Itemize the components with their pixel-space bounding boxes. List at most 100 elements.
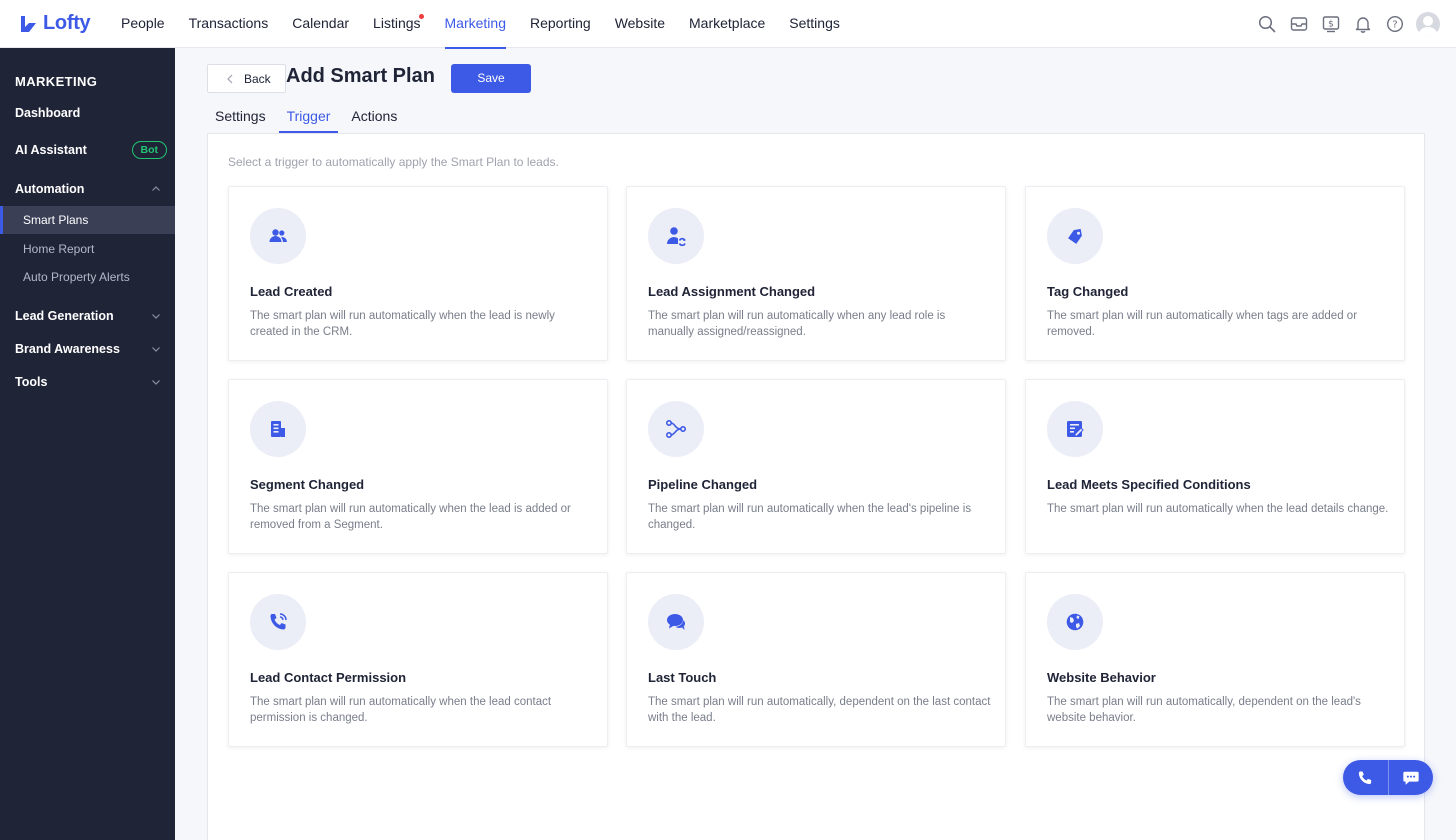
trigger-description: The smart plan will run automatically wh… — [1047, 310, 1358, 338]
nav-label: Marketing — [444, 14, 506, 31]
save-button[interactable]: Save — [451, 64, 531, 93]
trigger-card-lead-meets-conditions[interactable]: Lead Meets Specified Conditions The smar… — [1025, 379, 1405, 554]
billing-icon[interactable]: $ — [1319, 12, 1343, 36]
sidebar-item-label: Auto Property Alerts — [23, 270, 130, 284]
tab-settings[interactable]: Settings — [207, 100, 274, 133]
trigger-card-tag-changed[interactable]: Tag Changed The smart plan will run auto… — [1025, 186, 1405, 361]
sidebar-item-smart-plans[interactable]: Smart Plans — [0, 206, 175, 234]
sidebar-title: MARKETING — [15, 74, 98, 89]
nav-transactions[interactable]: Transactions — [189, 0, 269, 48]
logo-icon — [21, 15, 36, 32]
trigger-title: Lead Created — [250, 284, 333, 299]
nav-marketplace[interactable]: Marketplace — [689, 0, 765, 48]
trigger-description: The smart plan will run automatically wh… — [648, 310, 946, 338]
tab-trigger[interactable]: Trigger — [278, 100, 339, 133]
trigger-card-lead-created[interactable]: Lead Created The smart plan will run aut… — [228, 186, 608, 361]
svg-text:$: $ — [1328, 20, 1334, 30]
user-reassign-icon — [648, 208, 704, 264]
help-icon[interactable]: ? — [1383, 12, 1407, 36]
inbox-icon[interactable] — [1287, 12, 1311, 36]
trigger-title: Tag Changed — [1047, 284, 1129, 299]
main-nav: People Transactions Calendar Listings Ma… — [121, 0, 864, 49]
phone-permission-icon — [250, 594, 306, 650]
svg-text:?: ? — [1392, 20, 1397, 31]
top-utility-icons: $ ? — [1247, 12, 1440, 36]
floating-contact-bar — [1343, 760, 1433, 795]
sidebar-item-dashboard[interactable]: Dashboard — [0, 99, 175, 127]
nav-label: Marketplace — [689, 14, 766, 31]
trigger-card-segment-changed[interactable]: Segment Changed The smart plan will run … — [228, 379, 608, 554]
chevron-left-icon — [227, 74, 233, 83]
nav-label: Website — [614, 14, 666, 31]
trigger-card-lead-contact-permission[interactable]: Lead Contact Permission The smart plan w… — [228, 572, 608, 747]
sidebar-item-label: Automation — [15, 182, 85, 196]
nav-label: Settings — [789, 14, 840, 31]
nav-people[interactable]: People — [121, 0, 165, 48]
trigger-title: Website Behavior — [1047, 670, 1156, 685]
chevron-down-icon — [152, 347, 160, 352]
nav-label: People — [121, 14, 165, 31]
sidebar-item-label: AI Assistant — [15, 143, 87, 157]
chevron-down-icon — [152, 314, 160, 319]
trigger-card-lead-assignment-changed[interactable]: Lead Assignment Changed The smart plan w… — [626, 186, 1006, 361]
globe-icon — [1047, 594, 1103, 650]
trigger-card-pipeline-changed[interactable]: Pipeline Changed The smart plan will run… — [626, 379, 1006, 554]
nav-marketing[interactable]: Marketing — [444, 0, 507, 49]
sidebar-item-label: Tools — [15, 375, 48, 389]
sidebar-item-tools[interactable]: Tools — [0, 368, 175, 396]
trigger-title: Lead Contact Permission — [250, 670, 407, 685]
nav-label: Listings — [373, 14, 421, 31]
nav-reporting[interactable]: Reporting — [530, 0, 591, 48]
back-label: Back — [244, 71, 271, 86]
sidebar-item-label: Smart Plans — [23, 213, 89, 227]
phone-icon[interactable] — [1343, 760, 1388, 795]
trigger-card-website-behavior[interactable]: Website Behavior The smart plan will run… — [1025, 572, 1405, 747]
nav-website[interactable]: Website — [615, 0, 665, 48]
sidebar-item-automation[interactable]: Automation — [0, 175, 175, 203]
pipeline-icon — [648, 401, 704, 457]
search-icon[interactable] — [1255, 12, 1279, 36]
segment-icon — [250, 401, 306, 457]
trigger-description: The smart plan will run automatically, d… — [648, 696, 991, 724]
chevron-up-icon — [152, 186, 160, 191]
nav-calendar[interactable]: Calendar — [292, 0, 349, 48]
bell-icon[interactable] — [1351, 12, 1375, 36]
trigger-title: Lead Meets Specified Conditions — [1047, 477, 1251, 492]
nav-label: Transactions — [188, 14, 269, 31]
bot-badge: Bot — [131, 141, 167, 159]
sidebar-item-label: Dashboard — [15, 106, 81, 120]
trigger-hint: Select a trigger to automatically apply … — [228, 155, 559, 169]
trigger-title: Segment Changed — [250, 477, 365, 492]
nav-settings[interactable]: Settings — [789, 0, 840, 48]
chat-icon[interactable] — [1388, 760, 1433, 795]
sidebar-item-brand-awareness[interactable]: Brand Awareness — [0, 335, 175, 363]
nav-listings[interactable]: Listings — [373, 0, 424, 48]
page-title: Add Smart Plan — [286, 65, 435, 87]
trigger-description: The smart plan will run automatically wh… — [250, 503, 571, 531]
tab-bar: Settings Trigger Actions — [207, 100, 410, 133]
tab-actions[interactable]: Actions — [343, 100, 405, 133]
sidebar-item-home-report[interactable]: Home Report — [0, 235, 175, 263]
nav-label: Reporting — [529, 14, 591, 31]
tag-icon — [1047, 208, 1103, 264]
conditions-icon — [1047, 401, 1103, 457]
back-button[interactable]: Back — [207, 64, 286, 93]
user-avatar[interactable] — [1416, 12, 1440, 36]
trigger-card-last-touch[interactable]: Last Touch The smart plan will run autom… — [626, 572, 1006, 747]
chevron-down-icon — [152, 380, 160, 385]
chat-bubbles-icon — [648, 594, 704, 650]
sidebar-item-label: Brand Awareness — [15, 342, 120, 356]
nav-label: Calendar — [292, 14, 350, 31]
sidebar-item-label: Home Report — [23, 242, 95, 256]
sidebar-item-lead-generation[interactable]: Lead Generation — [0, 302, 175, 330]
lofty-logo[interactable]: Lofty — [19, 12, 121, 35]
top-navigation-bar: Lofty People Transactions Calendar Listi… — [0, 0, 1456, 49]
sidebar-item-ai-assistant[interactable]: AI Assistant Bot — [0, 136, 175, 164]
trigger-description: The smart plan will run automatically wh… — [250, 310, 555, 338]
sidebar-item-auto-property-alerts[interactable]: Auto Property Alerts — [0, 263, 175, 291]
trigger-title: Lead Assignment Changed — [648, 284, 816, 299]
sidebar-item-label: Lead Generation — [15, 309, 114, 323]
trigger-title: Last Touch — [648, 670, 717, 685]
trigger-description: The smart plan will run automatically wh… — [648, 503, 972, 531]
logo-text: Lofty — [43, 12, 91, 34]
